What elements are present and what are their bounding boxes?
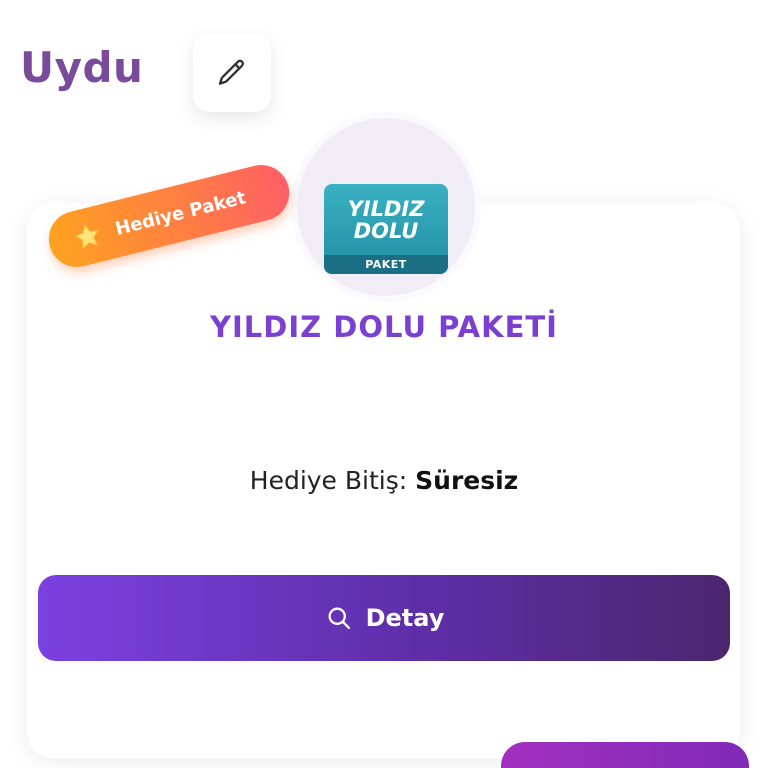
package-logo-ring: YILDIZ DOLU PAKET — [297, 118, 475, 296]
page-title: Uydu — [20, 43, 144, 92]
gift-expiry: Hediye Bitiş: Süresiz — [0, 466, 768, 495]
edit-button[interactable] — [193, 34, 271, 112]
package-logo: YILDIZ DOLU PAKET — [324, 184, 448, 274]
pencil-icon — [218, 59, 245, 85]
star-icon — [69, 218, 105, 254]
page: Uydu YILDIZ DOLU PAKET Hediye Paket YILD… — [0, 0, 768, 768]
search-icon — [324, 603, 354, 633]
gift-expiry-label: Hediye Bitiş: — [249, 466, 408, 495]
package-logo-text: YILDIZ DOLU — [347, 197, 425, 243]
package-logo-strip: PAKET — [324, 255, 448, 274]
detail-button[interactable]: Detay — [38, 575, 730, 661]
gift-expiry-value: Süresiz — [415, 466, 519, 495]
next-card-button-peek[interactable] — [501, 742, 749, 768]
package-name: YILDIZ DOLU PAKETİ — [210, 310, 558, 344]
detail-button-label: Detay — [365, 604, 445, 632]
